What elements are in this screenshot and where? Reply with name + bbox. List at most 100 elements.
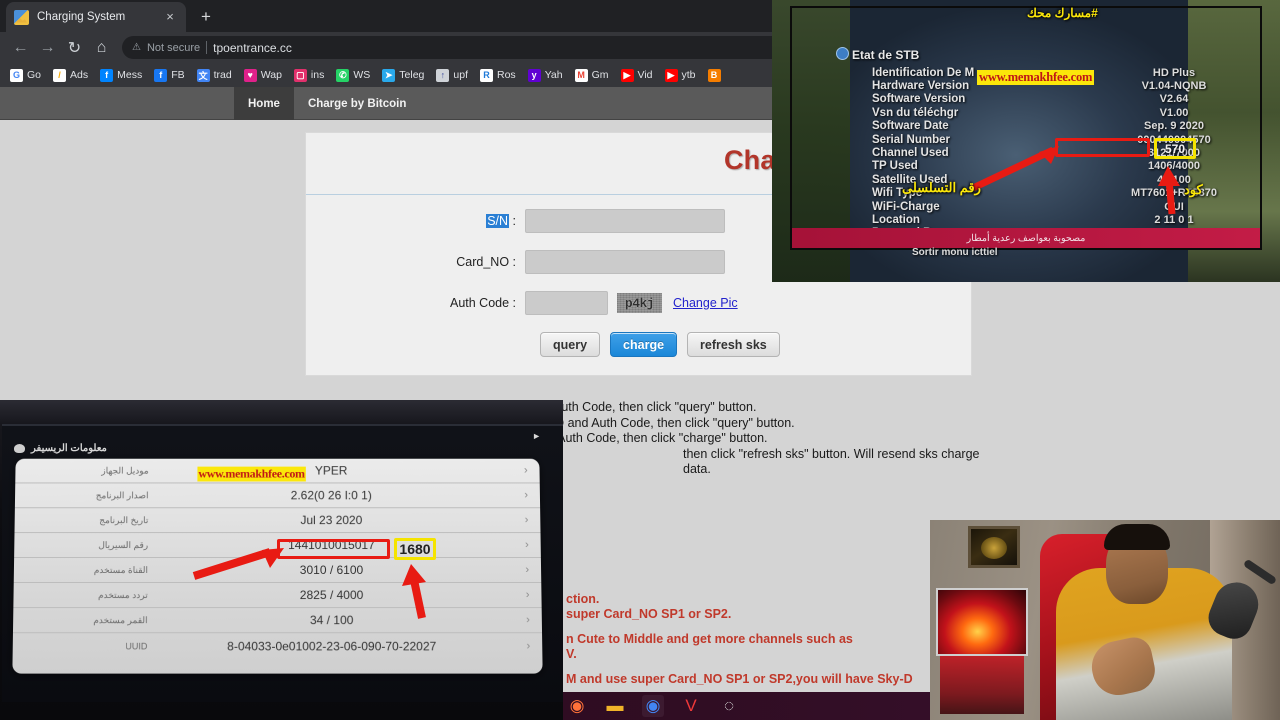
bookmark-label: trad [213, 69, 232, 81]
google-icon: G [10, 68, 23, 82]
stb-row-key: Software Version [872, 93, 966, 106]
bookmark-gm[interactable]: M Gm [569, 65, 615, 85]
receiver-header-icon [14, 444, 25, 453]
bookmark-ws[interactable]: ✆ WS [330, 65, 376, 85]
receiver-row-key: UUID [125, 640, 148, 651]
stb-code-yellowbox: 570 [1154, 138, 1196, 159]
bookmark-label: FB [171, 69, 185, 81]
red-note-line: ction. [566, 592, 600, 606]
yahoo-icon: y [527, 68, 541, 82]
bookmark-label: Teleg [399, 69, 425, 81]
telegram-icon: ➤ [382, 68, 396, 82]
obs-icon[interactable]: ◌ [718, 695, 740, 717]
sn-input[interactable] [525, 209, 725, 233]
chevron-right-icon: › [524, 489, 529, 502]
query-button[interactable]: query [540, 332, 601, 357]
url-text: tpoentrance.cc [213, 40, 292, 55]
bookmark-label: Go [27, 69, 42, 81]
bookmark-yah[interactable]: y Yah [522, 65, 569, 85]
overlay-receiver-video: معلومات الريسيفر ► www.memakhfee.com مود… [0, 400, 563, 720]
heart-icon: ♥ [243, 68, 257, 82]
webcam-fireplace-screen [936, 588, 1028, 656]
bookmark-mess[interactable]: f Mess [94, 65, 148, 85]
bookmark-trad[interactable]: 文 trad [191, 65, 238, 85]
overlay-stb-video: #مسارك محك Etat de STB Identification De… [772, 0, 1280, 282]
reload-button[interactable]: ↻ [62, 35, 87, 60]
bookmark-item-15[interactable]: B [702, 65, 727, 85]
receiver-row-key: تردد مستخدم [97, 589, 148, 600]
bookmark-ins[interactable]: ▢ ins [288, 65, 330, 85]
chrome-icon[interactable]: ◉ [642, 695, 664, 717]
stb-code-arrow-icon [1158, 166, 1180, 215]
receiver-watermark: www.memakhfee.com [197, 466, 306, 482]
receiver-row-value: Jul 23 2020 [300, 513, 363, 528]
receiver-row-value: 2.62(0 26 I:0 1) [290, 488, 372, 503]
stb-row-value: V2.64 [1159, 93, 1189, 106]
receiver-serial-redbox [277, 539, 390, 559]
stb-code-arabic-label: كود [1184, 182, 1203, 197]
stb-window-title: Etat de STB [852, 48, 920, 62]
change-pic-link[interactable]: Change Pic [673, 296, 738, 310]
receiver-serial-arrow-icon [192, 548, 284, 580]
receiver-row-value: 8-04033-0e01002-23-06-090-70-22027 [227, 638, 437, 653]
authcode-input[interactable] [525, 291, 608, 315]
chevron-right-icon: › [523, 464, 528, 477]
bookmark-ytb[interactable]: ▶ ytb [659, 65, 702, 85]
back-button[interactable]: ← [8, 35, 33, 60]
bookmark-fb[interactable]: f FB [148, 65, 190, 85]
firefox-icon[interactable]: ◉ [566, 695, 588, 717]
bookmark-label: Ros [497, 69, 516, 81]
forward-button[interactable]: → [35, 35, 60, 60]
receiver-panel-header: معلومات الريسيفر [14, 443, 107, 454]
refresh-sks-button[interactable]: refresh sks [687, 332, 780, 357]
upload-icon: ↑ [436, 68, 450, 82]
nav-item-home[interactable]: Home [234, 87, 294, 120]
navbar-spacer [0, 87, 234, 120]
receiver-info-row[interactable]: تاريخ البرنامج Jul 23 2020 › [14, 508, 541, 534]
vivaldi-icon[interactable]: V [680, 695, 702, 717]
receiver-info-row[interactable]: UUID 8-04033-0e01002-23-06-090-70-22027 › [13, 633, 543, 658]
stb-info-row: Software Date Sep. 9 2020 [872, 120, 1254, 133]
bookmark-label: Vid [637, 69, 653, 81]
whatsapp-icon: ✆ [336, 68, 350, 82]
stb-row-key: Software Date [872, 120, 949, 133]
cardno-label: Card_NO : [456, 255, 516, 269]
receiver-play-icon: ► [532, 431, 541, 441]
bookmark-wap[interactable]: ♥ Wap [238, 65, 288, 85]
bookmark-ads[interactable]: / Ads [47, 65, 94, 85]
bookmark-vid[interactable]: ▶ Vid [615, 65, 659, 85]
instruction-text: then click "refresh sks" button. Will re… [683, 446, 980, 477]
bookmark-label: Ads [70, 69, 89, 81]
google-ads-icon: / [53, 68, 67, 82]
bookmark-label: Wap [260, 69, 282, 81]
receiver-info-row[interactable]: اصدار البرنامج 2.62(0 26 I:0 1) › [14, 483, 541, 509]
bookmark-go[interactable]: G Go [4, 65, 47, 85]
letter-r-icon: R [480, 68, 493, 82]
bookmark-label: Yah [544, 69, 563, 81]
security-status-label: Not secure [146, 41, 201, 54]
bookmark-ros[interactable]: R Ros [474, 65, 522, 85]
close-tab-icon[interactable]: × [162, 9, 178, 25]
home-button[interactable]: ⌂ [89, 35, 114, 60]
receiver-tv-top-bezel [0, 400, 563, 424]
bookmark-teleg[interactable]: ➤ Teleg [376, 65, 430, 85]
chevron-right-icon: › [524, 514, 529, 527]
cardno-input[interactable] [525, 250, 725, 274]
folder-icon[interactable]: ▬ [604, 695, 626, 717]
browser-tab[interactable]: Charging System × [6, 2, 186, 32]
charge-button[interactable]: charge [610, 332, 678, 357]
receiver-info-row[interactable]: تردد مستخدم 2825 / 4000 › [13, 583, 542, 609]
receiver-info-row[interactable]: القمر مستخدم 34 / 100 › [12, 608, 543, 634]
stb-bottom-hint: Sortir monu icttiel [912, 247, 998, 258]
stb-serial-redbox [1055, 138, 1150, 157]
bookmark-upf[interactable]: ↑ upf [430, 65, 474, 85]
nav-item-charge-by-bitcoin[interactable]: Charge by Bitcoin [294, 87, 420, 120]
sn-label: S/N : [306, 214, 525, 228]
stb-row-value: Sep. 9 2020 [1144, 120, 1204, 133]
chevron-right-icon: › [526, 614, 530, 627]
stb-info-row: Location 2 11 0 1 [872, 213, 1254, 226]
stb-row-key: WiFi-Charge [872, 200, 940, 213]
stb-top-arabic-label: #مسارك محك [1027, 6, 1098, 20]
red-note-line: n Cute to Middle and get more channels s… [566, 632, 853, 646]
new-tab-button[interactable]: + [192, 3, 220, 31]
